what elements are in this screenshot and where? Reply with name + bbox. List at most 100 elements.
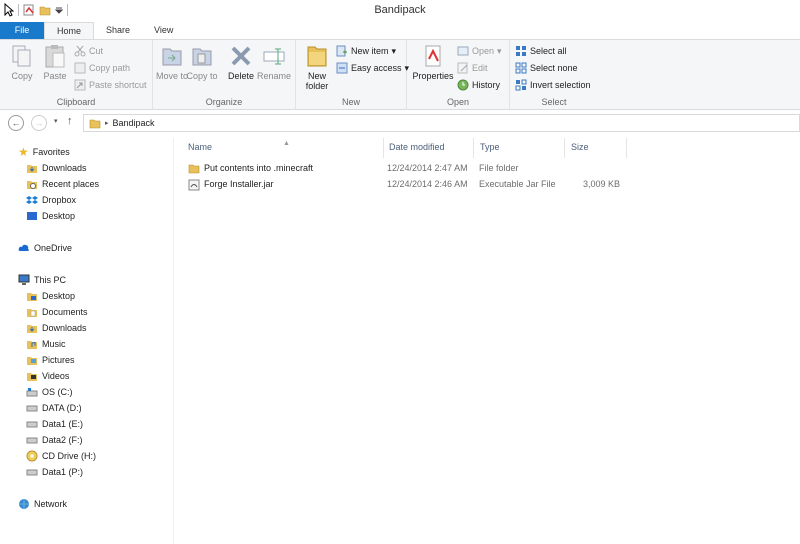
nav-network[interactable]: Network: [18, 498, 67, 510]
column-header-date[interactable]: Date modified: [383, 138, 474, 158]
paste-icon: [45, 45, 65, 68]
paste-button[interactable]: Paste: [38, 43, 72, 81]
column-header-size[interactable]: Size: [565, 138, 627, 158]
invert-selection-button[interactable]: Invert selection: [515, 79, 591, 91]
cut-button[interactable]: Cut: [74, 45, 103, 57]
nav-pc-videos[interactable]: Videos: [26, 370, 69, 382]
pictures-folder-icon: [27, 357, 37, 365]
downloads-folder-icon: [27, 325, 37, 333]
open-icon: [457, 46, 469, 56]
new-item-label: New item: [351, 46, 389, 56]
copy-path-label: Copy path: [89, 63, 131, 73]
properties-button[interactable]: Properties: [412, 43, 454, 81]
nav-favorites[interactable]: ★ Favorites: [18, 146, 70, 158]
nav-item-label: Pictures: [42, 355, 75, 365]
cd-drive-icon: [26, 450, 38, 462]
hard-drive-icon: [26, 437, 38, 444]
nav-item-dropbox[interactable]: Dropbox: [26, 194, 76, 206]
folder-icon: [27, 293, 37, 301]
properties-label: Properties: [412, 71, 454, 81]
nav-pc-data-d[interactable]: DATA (D:): [26, 402, 82, 414]
breadcrumb-current[interactable]: Bandipack: [113, 118, 155, 128]
back-button[interactable]: ←: [8, 115, 24, 131]
nav-onedrive-label: OneDrive: [34, 243, 73, 253]
edit-icon: [457, 62, 468, 74]
new-group-label: New: [341, 97, 360, 107]
nav-pc-documents[interactable]: Documents: [26, 306, 88, 318]
copy-label: Copy: [11, 71, 33, 81]
nav-item-downloads[interactable]: Downloads: [26, 162, 87, 174]
delete-button[interactable]: Delete: [224, 43, 258, 81]
address-bar[interactable]: ▸ Bandipack: [83, 114, 800, 132]
desktop-icon: [27, 212, 37, 220]
recent-locations-dropdown[interactable]: ▾: [54, 117, 58, 125]
history-label: History: [472, 80, 501, 90]
rename-button[interactable]: Rename: [257, 43, 291, 81]
nav-item-label: OS (C:): [42, 387, 73, 397]
tab-view[interactable]: View: [142, 22, 185, 39]
ribbon-tabs: File Home Share View: [0, 22, 800, 39]
tab-share[interactable]: Share: [94, 22, 142, 39]
nav-pc-desktop[interactable]: Desktop: [26, 290, 75, 302]
select-none-button[interactable]: Select none: [515, 62, 578, 74]
nav-item-label: Data1 (E:): [42, 419, 84, 429]
new-item-button[interactable]: New item ▾: [336, 45, 396, 57]
edit-button[interactable]: Edit: [457, 62, 488, 74]
paste-shortcut-button[interactable]: Paste shortcut: [74, 79, 147, 91]
history-button[interactable]: History: [457, 79, 500, 91]
open-label: Open: [472, 46, 495, 56]
copy-button[interactable]: Copy: [5, 43, 39, 81]
nav-pc-downloads[interactable]: Downloads: [26, 322, 87, 334]
column-header-type[interactable]: Type: [474, 138, 565, 158]
nav-onedrive[interactable]: OneDrive: [18, 242, 72, 254]
new-folder-label: New folder: [305, 71, 329, 91]
nav-pc-data1-p[interactable]: Data1 (P:): [26, 466, 83, 478]
up-button[interactable]: ↑: [67, 115, 73, 127]
nav-pc-music[interactable]: Music: [26, 338, 66, 350]
nav-item-label: Downloads: [42, 323, 87, 333]
back-arrow-icon: ←: [11, 118, 21, 128]
nav-network-label: Network: [34, 499, 68, 509]
system-drive-icon: [26, 388, 38, 397]
easy-access-button[interactable]: Easy access ▾: [336, 62, 409, 74]
nav-item-desktop[interactable]: Desktop: [26, 210, 75, 222]
tab-file[interactable]: File: [0, 22, 44, 39]
nav-item-recent-places[interactable]: Recent places: [26, 178, 99, 190]
rename-label: Rename: [257, 71, 292, 81]
edit-label: Edit: [472, 63, 488, 73]
move-to-button[interactable]: Move to: [155, 43, 189, 81]
copy-to-icon: [192, 48, 212, 66]
file-row[interactable]: Put contents into .minecraft 12/24/2014 …: [184, 162, 634, 177]
new-folder-button[interactable]: New folder: [300, 43, 334, 91]
file-date: 12/24/2014 2:47 AM: [387, 163, 468, 173]
copy-path-button[interactable]: Copy path: [74, 62, 130, 74]
copy-to-button[interactable]: Copy to: [185, 43, 219, 81]
nav-pc-data1-e[interactable]: Data1 (E:): [26, 418, 83, 430]
file-list: Name ▲ Date modified Type Size Put conte…: [178, 138, 800, 544]
tab-home[interactable]: Home: [44, 22, 95, 39]
paste-shortcut-icon: [74, 79, 86, 91]
column-header-name[interactable]: Name ▲: [182, 138, 384, 158]
nav-pc-pictures[interactable]: Pictures: [26, 354, 75, 366]
dropbox-icon: [26, 196, 38, 204]
open-group: Properties Open ▾ Edit History Open: [407, 40, 510, 110]
nav-item-label: Downloads: [42, 163, 87, 173]
breadcrumb-separator-icon: ▸: [105, 120, 109, 127]
nav-pc-os-c[interactable]: OS (C:): [26, 386, 73, 398]
move-to-icon: [162, 48, 182, 66]
dropdown-arrow-icon: ▾: [391, 45, 397, 56]
nav-this-pc[interactable]: This PC: [18, 274, 66, 286]
copy-to-label: Copy to: [186, 71, 218, 81]
nav-pc-data2-f[interactable]: Data2 (F:): [26, 434, 83, 446]
open-button[interactable]: Open ▾: [457, 45, 502, 57]
new-folder-icon: [307, 46, 327, 67]
forward-arrow-icon: →: [34, 118, 44, 128]
forward-button[interactable]: →: [31, 115, 47, 131]
folder-icon: [188, 164, 200, 174]
column-header-type-label: Type: [480, 142, 500, 152]
file-row[interactable]: Forge Installer.jar 12/24/2014 2:46 AM E…: [184, 178, 634, 193]
file-name: Forge Installer.jar: [204, 179, 274, 189]
select-all-button[interactable]: Select all: [515, 45, 567, 57]
nav-pc-cd-drive-h[interactable]: CD Drive (H:): [26, 450, 96, 462]
file-size: 3,009 KB: [582, 179, 620, 189]
